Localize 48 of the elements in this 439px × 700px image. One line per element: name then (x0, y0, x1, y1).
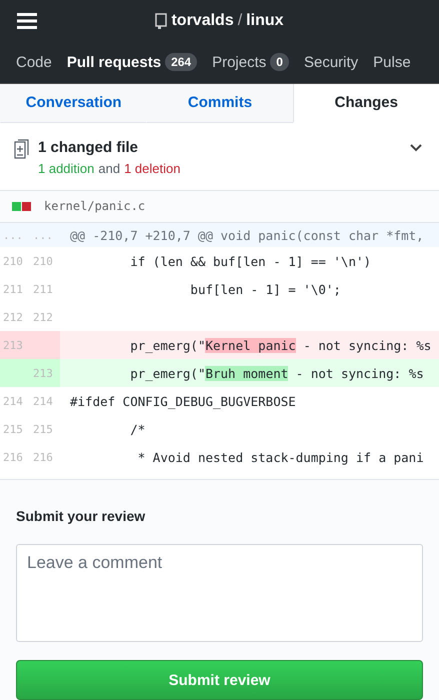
count-badge: 0 (270, 53, 289, 72)
nav-tab[interactable]: Pulse (373, 54, 411, 71)
chevron-icon[interactable] (409, 143, 423, 154)
pr-tab[interactable]: Commits (146, 84, 293, 124)
code-text: * Avoid nested stack-dumping if a pani (136, 450, 424, 465)
old-line-number: 213 (0, 331, 30, 360)
code-text: @@ -210,7 +210,7 @@ void panic(const char *fmt, (69, 228, 424, 243)
old-line-number: 212 (2, 310, 24, 326)
code-text: #ifdef CONFIG_DEBUG_BUGVERBOSE (69, 394, 296, 409)
changed-files-title: 1 changed file (38, 139, 140, 156)
additions-count: 1 addition (38, 161, 94, 176)
repo-owner[interactable]: torvalds (171, 12, 234, 30)
nav-tab[interactable]: Code (16, 54, 52, 71)
new-line-number: 210 (32, 254, 54, 270)
code-text: buf[len - 1] = '\0'; (189, 282, 341, 297)
new-line-number: ... (32, 228, 54, 244)
repo-icon (155, 12, 168, 29)
new-line-number: 215 (32, 422, 54, 438)
review-heading: Submit your review (16, 508, 146, 524)
code-text: pr_emerg("Kernel panic - not syncing: %s (129, 338, 432, 353)
code-text: pr_emerg("Bruh moment - not syncing: %s (129, 366, 424, 381)
count-badge: 264 (165, 53, 198, 72)
file-diff-icon (14, 139, 30, 160)
old-line-number: ... (2, 228, 24, 244)
pr-tab[interactable]: Conversation (0, 84, 146, 124)
nav-tab[interactable]: Security (304, 54, 358, 71)
deletions-count: 1 deletion (124, 161, 180, 176)
old-line-number: 215 (2, 422, 24, 438)
nav-tab[interactable]: Pull requests 264 (66, 53, 198, 72)
old-line-number: 216 (2, 450, 24, 466)
nav-tab[interactable]: Projects 0 (212, 53, 289, 72)
file-path: kernel/panic.c (44, 199, 146, 214)
old-line-number: 211 (2, 282, 24, 298)
new-line-number: 214 (32, 394, 54, 410)
diffstat-icon (12, 202, 32, 211)
old-line-number: 214 (2, 394, 24, 410)
stats-joiner: and (98, 161, 120, 176)
old-line-number: 210 (2, 254, 24, 270)
code-text: if (len && buf[len - 1] == '\n') (129, 254, 372, 269)
path-separator: / (238, 12, 242, 30)
new-line-number: 213 (30, 359, 60, 388)
new-line-number: 212 (32, 310, 54, 326)
repo-name[interactable]: linux (246, 12, 284, 30)
menu-icon[interactable] (17, 12, 37, 29)
new-line-number: 211 (32, 282, 54, 298)
comment-field[interactable]: Leave a comment (16, 544, 423, 642)
code-text: /* (129, 422, 146, 437)
new-line-number: 216 (32, 450, 54, 466)
